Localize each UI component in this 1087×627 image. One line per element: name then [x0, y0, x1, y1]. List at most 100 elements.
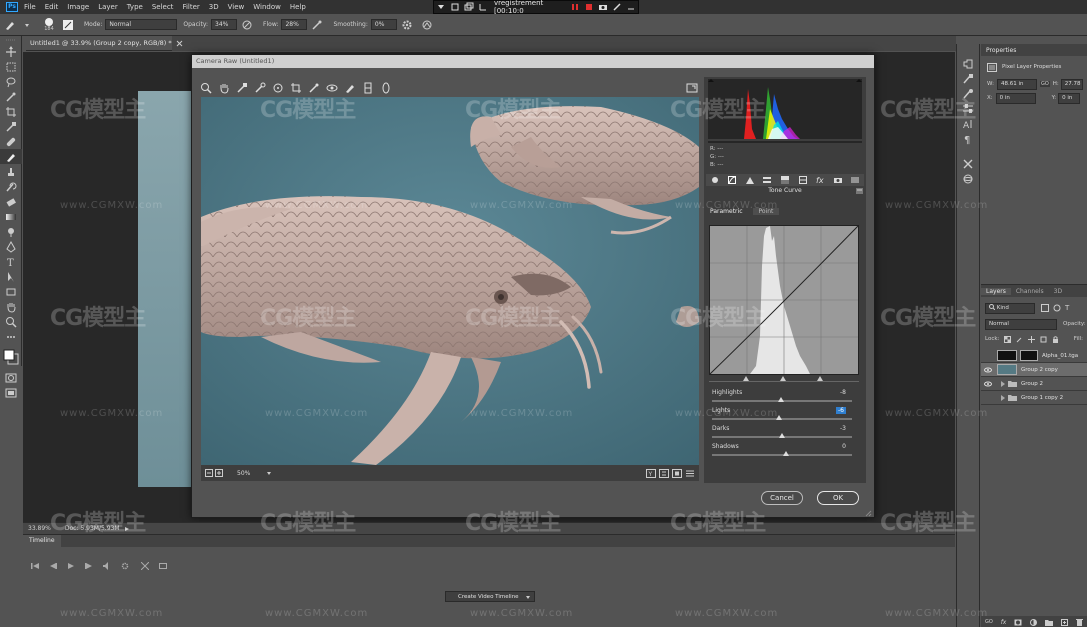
resize-grip-icon[interactable]	[864, 509, 872, 517]
close-tab-icon[interactable]	[172, 40, 187, 47]
color-sampler-icon[interactable]	[254, 82, 272, 94]
new-adjustment-icon[interactable]	[1030, 618, 1038, 626]
camera-raw-titlebar[interactable]: Camera Raw (Untitled1)	[192, 55, 874, 68]
dodge-tool-icon[interactable]	[0, 224, 22, 239]
color-swatches[interactable]	[0, 344, 22, 370]
swap-settings-icon[interactable]	[659, 468, 669, 478]
window-icon[interactable]	[450, 2, 460, 12]
timeline-tab[interactable]: Timeline	[23, 535, 61, 547]
brush-panel-icon[interactable]	[957, 71, 979, 86]
mode-select[interactable]: Normal	[105, 19, 178, 30]
hand-tool-icon[interactable]	[0, 299, 22, 314]
audio-icon[interactable]	[103, 562, 111, 570]
split-handle-shadows[interactable]	[743, 376, 749, 381]
split-icon[interactable]	[141, 562, 149, 570]
healing-brush-icon[interactable]	[0, 134, 22, 149]
radial-filter-icon[interactable]	[380, 82, 398, 94]
menu-3d[interactable]: 3D	[209, 3, 219, 11]
brush-preset-picker[interactable]: 184	[40, 17, 58, 32]
rectangle-tool-icon[interactable]	[0, 284, 22, 299]
path-selection-icon[interactable]	[0, 269, 22, 284]
split-handle-midtones[interactable]	[780, 376, 786, 381]
menu-help[interactable]: Help	[290, 3, 306, 11]
new-layer-icon[interactable]	[1061, 618, 1069, 626]
copy-settings-icon[interactable]	[672, 468, 682, 478]
layer-row[interactable]: Group 2 copy	[981, 363, 1087, 377]
zoom-out-icon[interactable]	[205, 469, 213, 477]
lock-position-icon[interactable]	[1028, 335, 1036, 343]
slider-value[interactable]: -3	[840, 425, 846, 432]
filter-type-icon[interactable]: T	[1065, 304, 1069, 312]
add-mask-icon[interactable]	[1014, 619, 1022, 626]
graduated-filter-icon[interactable]	[362, 82, 380, 94]
tools-panel-icon[interactable]	[957, 156, 979, 171]
tab-layers[interactable]: Layers	[981, 287, 1011, 295]
eraser-icon[interactable]	[0, 194, 22, 209]
tab-point[interactable]: Point	[752, 207, 780, 215]
slider-track[interactable]	[712, 451, 852, 456]
marquee-tool-icon[interactable]	[0, 59, 22, 74]
targeted-adjustment-icon[interactable]	[272, 82, 290, 94]
slider-value[interactable]: -8	[840, 389, 846, 396]
pressure-size-icon[interactable]	[421, 19, 433, 31]
clone-stamp-icon[interactable]	[0, 164, 22, 179]
menu-file[interactable]: File	[24, 3, 36, 11]
smoothing-field[interactable]: 0%	[370, 19, 397, 30]
fullscreen-icon[interactable]	[686, 82, 700, 94]
slider-thumb[interactable]	[779, 433, 785, 438]
opacity-field[interactable]: 34%	[211, 19, 238, 30]
restore-icon[interactable]	[464, 2, 474, 12]
slider-track[interactable]	[712, 397, 852, 402]
slider-value[interactable]: -6	[836, 407, 846, 414]
width-field[interactable]: 48.61 in	[996, 78, 1037, 90]
paragraph-panel-icon[interactable]: ¶	[957, 131, 979, 146]
pen-tool-icon[interactable]	[0, 239, 22, 254]
brush-settings-icon[interactable]	[62, 19, 74, 31]
crop-tool-icon[interactable]	[290, 82, 308, 94]
visibility-eye-icon[interactable]	[981, 367, 995, 373]
camera-calibration-icon[interactable]	[833, 176, 842, 184]
menu-image[interactable]: Image	[67, 3, 89, 11]
tone-curve-panel-icon[interactable]	[728, 176, 737, 184]
layer-row[interactable]: Group 1 copy 2	[981, 391, 1087, 405]
first-frame-icon[interactable]	[31, 562, 39, 570]
chevron-down-icon[interactable]	[525, 594, 531, 600]
basic-panel-icon[interactable]	[711, 176, 719, 184]
white-balance-icon[interactable]	[236, 82, 254, 94]
slider-track[interactable]	[712, 433, 852, 438]
3d-panel-icon[interactable]	[957, 171, 979, 186]
menu-filter[interactable]: Filter	[182, 3, 199, 11]
screen-mode-icon[interactable]	[0, 385, 22, 400]
slider-thumb[interactable]	[776, 415, 783, 420]
detail-panel-icon[interactable]	[745, 176, 754, 184]
preview-preferences-icon[interactable]	[685, 469, 695, 478]
flow-field[interactable]: 28%	[281, 19, 308, 30]
lens-corrections-icon[interactable]	[798, 176, 807, 184]
filter-pixel-icon[interactable]	[1041, 304, 1049, 312]
lasso-tool-icon[interactable]	[0, 74, 22, 89]
delete-layer-icon[interactable]	[1075, 618, 1083, 626]
lock-transparency-icon[interactable]	[1004, 335, 1012, 343]
type-tool-icon[interactable]: T	[0, 254, 22, 269]
properties-tab[interactable]: Properties	[981, 47, 1016, 54]
move-tool-icon[interactable]	[0, 44, 22, 59]
adjustment-brush-icon[interactable]	[344, 82, 362, 94]
lock-artboard-icon[interactable]	[1040, 336, 1047, 343]
eyedropper-icon[interactable]	[0, 119, 22, 134]
chevron-down-icon[interactable]	[266, 470, 272, 476]
menu-select[interactable]: Select	[152, 3, 174, 11]
effects-panel-icon[interactable]: fx	[816, 176, 824, 184]
new-group-icon[interactable]	[1045, 619, 1054, 626]
slider-value[interactable]: 0	[842, 443, 846, 450]
minimize-icon[interactable]	[626, 2, 636, 12]
zoom-in-icon[interactable]	[215, 469, 223, 477]
link-dimensions-button[interactable]: GO	[1039, 81, 1050, 87]
tab-parametric[interactable]: Parametric	[706, 208, 747, 215]
split-handle-highlights[interactable]	[817, 376, 823, 381]
previous-frame-icon[interactable]	[49, 562, 57, 570]
brush-presets-icon[interactable]	[957, 86, 979, 101]
magic-wand-icon[interactable]	[0, 89, 22, 104]
camera-icon[interactable]	[598, 2, 608, 12]
menu-layer[interactable]: Layer	[98, 3, 118, 11]
toolbar-grip[interactable]	[0, 36, 22, 44]
